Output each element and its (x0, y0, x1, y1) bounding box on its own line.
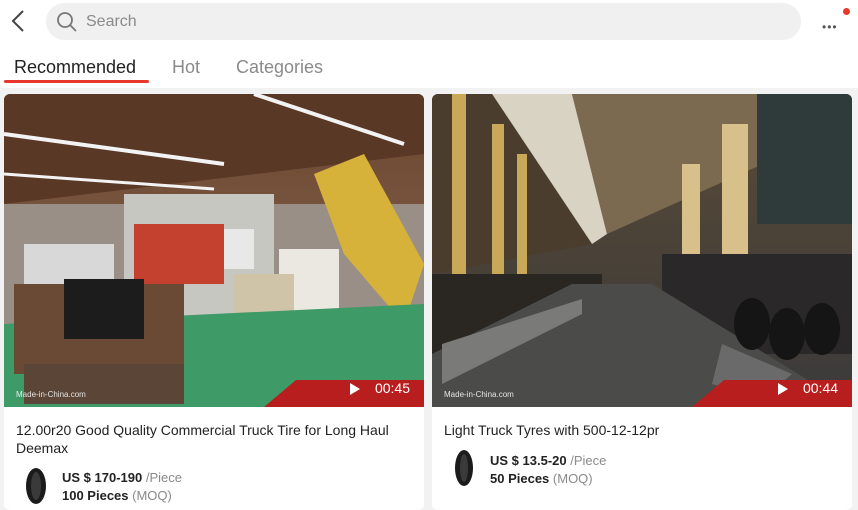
factory-image (4, 94, 424, 407)
back-button[interactable] (8, 8, 32, 34)
moq-unit: (MOQ) (132, 488, 172, 503)
tire-icon (455, 450, 473, 486)
top-bar: ••• (0, 0, 858, 44)
search-input[interactable] (86, 3, 786, 40)
price-unit: /Piece (145, 470, 182, 485)
product-video-thumbnail[interactable]: Made-in-China.com 00:44 (432, 94, 852, 407)
tab-hot[interactable]: Hot (172, 57, 200, 78)
video-duration: 00:44 (802, 380, 838, 396)
price-value: US $ 170-190 (62, 470, 143, 485)
product-video-thumbnail[interactable]: Made-in-China.com 00:45 (4, 94, 424, 407)
more-icon: ••• (822, 20, 838, 34)
play-icon (778, 383, 788, 395)
moq-row: 50 Pieces (MOQ) (490, 471, 593, 486)
search-bar[interactable] (46, 3, 801, 40)
search-icon (57, 12, 77, 32)
product-title[interactable]: 12.00r20 Good Quality Commercial Truck T… (16, 421, 412, 457)
price-row: US $ 13.5-20 /Piece (490, 453, 606, 468)
warehouse-image (432, 94, 852, 407)
product-thumbnail[interactable] (444, 448, 484, 488)
watermark: Made-in-China.com (16, 390, 86, 399)
tab-categories[interactable]: Categories (236, 57, 323, 78)
moq-value: 100 Pieces (62, 488, 129, 503)
tab-bar: Recommended Hot Categories (0, 44, 858, 88)
moq-row: 100 Pieces (MOQ) (62, 488, 172, 503)
price-value: US $ 13.5-20 (490, 453, 567, 468)
video-duration: 00:45 (374, 380, 410, 396)
moq-unit: (MOQ) (552, 471, 593, 486)
active-tab-indicator (4, 80, 149, 83)
tab-recommended[interactable]: Recommended (14, 57, 136, 78)
price-row: US $ 170-190 /Piece (62, 470, 182, 485)
product-card[interactable]: Made-in-China.com 00:44 Light Truck Tyre… (432, 94, 852, 510)
product-card[interactable]: Made-in-China.com 00:45 12.00r20 Good Qu… (4, 94, 424, 510)
play-icon (350, 383, 360, 395)
moq-value: 50 Pieces (490, 471, 550, 486)
back-arrow-icon (11, 10, 24, 32)
watermark: Made-in-China.com (444, 390, 514, 399)
product-thumbnail[interactable] (16, 466, 56, 506)
notification-dot (843, 8, 850, 15)
price-unit: /Piece (570, 453, 607, 468)
product-title[interactable]: Light Truck Tyres with 500-12-12pr (444, 421, 840, 439)
tire-icon (26, 468, 46, 504)
more-button[interactable]: ••• (816, 8, 850, 34)
